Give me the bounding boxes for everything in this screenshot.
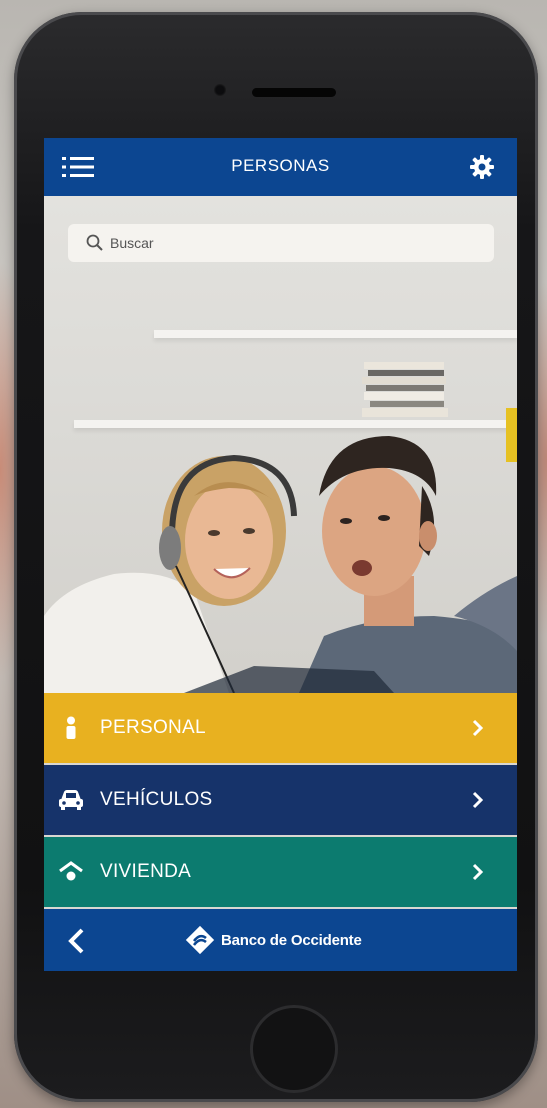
search-input[interactable] [110,224,470,262]
bank-logo-icon [185,925,215,955]
category-label-vivienda: VIVIENDA [100,861,192,882]
person-icon [66,716,76,739]
home-button[interactable] [250,1005,338,1093]
chevron-left-icon[interactable] [64,927,88,955]
gear-icon[interactable] [469,154,495,180]
chevron-right-icon [472,791,484,809]
chevron-right-icon [472,719,484,737]
app-screen: PERSONAS Buscar PERSONAL VEHÍCULOS VIVIE… [44,138,517,971]
category-label-personal: PERSONAL [100,717,206,738]
hero-photo [44,196,517,693]
couple-photo [44,436,517,693]
chevron-right-icon [472,863,484,881]
page-title: PERSONAS [231,156,330,175]
top-navigation-bar: PERSONAS [44,138,517,196]
category-vivienda[interactable]: VIVIENDA [44,837,517,907]
category-personal[interactable]: PERSONAL [44,693,517,763]
bottom-bar: Banco de Occidente [44,909,517,971]
earpiece-speaker [252,88,336,97]
house-icon [59,861,83,881]
category-label-vehiculos: VEHÍCULOS [100,789,213,810]
category-vehiculos[interactable]: VEHÍCULOS [44,765,517,835]
search-icon [86,234,103,251]
brand-name: Banco de Occidente [221,932,362,949]
car-icon [59,790,83,810]
search-bar[interactable] [68,224,494,262]
front-camera [214,84,226,96]
